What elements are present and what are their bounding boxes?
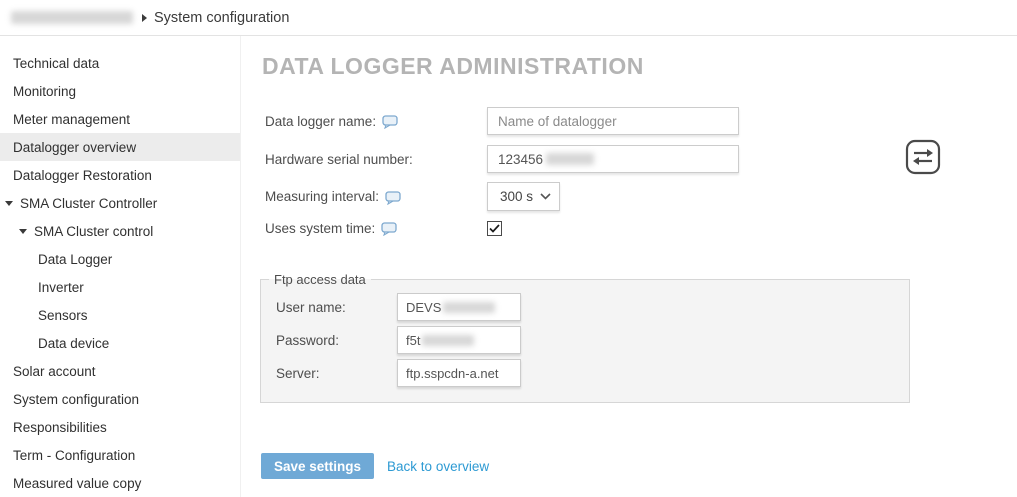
breadcrumb-current: System configuration [154, 10, 289, 26]
checkmark-icon [489, 224, 500, 233]
help-bubble-icon[interactable] [385, 191, 402, 205]
sidebar-item-data-device[interactable]: Data device [0, 329, 240, 357]
measuring-interval-select[interactable]: 300 s [487, 182, 560, 211]
transfer-arrows-icon[interactable] [905, 139, 941, 175]
sidebar-item-responsibilities[interactable]: Responsibilities [0, 413, 240, 441]
hardware-serial-value: 123456 [498, 152, 543, 167]
triangle-down-icon [19, 229, 27, 234]
redacted-site-name[interactable] [11, 11, 133, 24]
form-row-data-logger-name: Data logger name: [265, 107, 739, 135]
measuring-interval-value: 300 s [500, 189, 533, 204]
server-value: ftp.sspcdn-a.net [406, 366, 499, 381]
sidebar-item-label: Responsibilities [13, 420, 107, 435]
sidebar-item-label: System configuration [13, 392, 139, 407]
sidebar-item-meter-management[interactable]: Meter management [0, 105, 240, 133]
redacted-password-suffix [422, 335, 474, 346]
ftp-access-legend: Ftp access data [269, 272, 371, 287]
hardware-serial-input[interactable]: 123456 [487, 145, 739, 173]
sidebar-item-solar-account[interactable]: Solar account [0, 357, 240, 385]
sidebar-item-label: Sensors [38, 308, 88, 323]
server-input[interactable]: ftp.sspcdn-a.net [397, 359, 521, 387]
sidebar-item-label: Measured value copy [13, 476, 141, 491]
sidebar-item-data-logger[interactable]: Data Logger [0, 245, 240, 273]
sidebar-item-datalogger-restoration[interactable]: Datalogger Restoration [0, 161, 240, 189]
hardware-serial-label: Hardware serial number: [265, 152, 413, 167]
sidebar-item-monitoring[interactable]: Monitoring [0, 77, 240, 105]
sidebar-item-label: SMA Cluster control [34, 224, 153, 239]
sidebar-item-technical-data[interactable]: Technical data [0, 49, 240, 77]
action-bar: Save settings Back to overview [261, 453, 489, 479]
sidebar-item-label: Data Logger [38, 252, 112, 267]
chevron-down-icon [540, 193, 551, 200]
sidebar-item-system-configuration[interactable]: System configuration [0, 385, 240, 413]
ftp-row-user-name: User name: DEVS [276, 293, 909, 321]
ftp-row-server: Server: ftp.sspcdn-a.net [276, 359, 909, 387]
sidebar-item-sensors[interactable]: Sensors [0, 301, 240, 329]
sidebar-item-sma-cluster-controller[interactable]: SMA Cluster Controller [0, 189, 240, 217]
save-settings-button[interactable]: Save settings [261, 453, 374, 479]
user-name-input[interactable]: DEVS [397, 293, 521, 321]
breadcrumb: System configuration [0, 0, 1017, 36]
sidebar-item-label: Meter management [13, 112, 130, 127]
form-row-uses-system-time: Uses system time: [265, 220, 502, 236]
redacted-serial-suffix [546, 153, 594, 165]
server-label: Server: [276, 366, 397, 381]
data-logger-name-input[interactable] [487, 107, 739, 135]
ftp-access-fieldset: Ftp access data User name: DEVS Password… [260, 272, 910, 403]
ftp-row-password: Password: f5t [276, 326, 909, 354]
sidebar-item-label: Solar account [13, 364, 96, 379]
sidebar-item-measured-value-copy[interactable]: Measured value copy [0, 469, 240, 497]
triangle-down-icon [5, 201, 13, 206]
sidebar-item-label: Datalogger overview [13, 140, 136, 155]
user-name-label: User name: [276, 300, 397, 315]
sidebar-item-label: SMA Cluster Controller [20, 196, 157, 211]
sidebar-item-inverter[interactable]: Inverter [0, 273, 240, 301]
sidebar-item-label: Term - Configuration [13, 448, 135, 463]
password-input[interactable]: f5t [397, 326, 521, 354]
sidebar-item-label: Monitoring [13, 84, 76, 99]
sidebar-item-label: Data device [38, 336, 109, 351]
user-name-value: DEVS [406, 300, 441, 315]
chevron-right-icon [142, 14, 147, 22]
help-bubble-icon[interactable] [382, 115, 399, 129]
sidebar-item-label: Technical data [13, 56, 99, 71]
sidebar-item-datalogger-overview[interactable]: Datalogger overview [0, 133, 240, 161]
back-to-overview-link[interactable]: Back to overview [387, 459, 489, 474]
main-content: DATA LOGGER ADMINISTRATION Data logger n… [241, 36, 1017, 497]
sidebar-item-label: Inverter [38, 280, 84, 295]
sidebar-item-term-configuration[interactable]: Term - Configuration [0, 441, 240, 469]
uses-system-time-checkbox[interactable] [487, 221, 502, 236]
sidebar-nav: Technical data Monitoring Meter manageme… [0, 36, 241, 497]
form-row-measuring-interval: Measuring interval: 300 s [265, 182, 560, 211]
password-value: f5t [406, 333, 420, 348]
sidebar-item-label: Datalogger Restoration [13, 168, 152, 183]
measuring-interval-label: Measuring interval: [265, 189, 379, 204]
redacted-user-name-suffix [443, 302, 495, 313]
data-logger-name-label: Data logger name: [265, 114, 376, 129]
page-title: DATA LOGGER ADMINISTRATION [262, 53, 644, 80]
form-row-hardware-serial: Hardware serial number: 123456 [265, 145, 739, 173]
sidebar-item-sma-cluster-control[interactable]: SMA Cluster control [0, 217, 240, 245]
password-label: Password: [276, 333, 397, 348]
help-bubble-icon[interactable] [381, 222, 398, 236]
uses-system-time-label: Uses system time: [265, 221, 375, 236]
